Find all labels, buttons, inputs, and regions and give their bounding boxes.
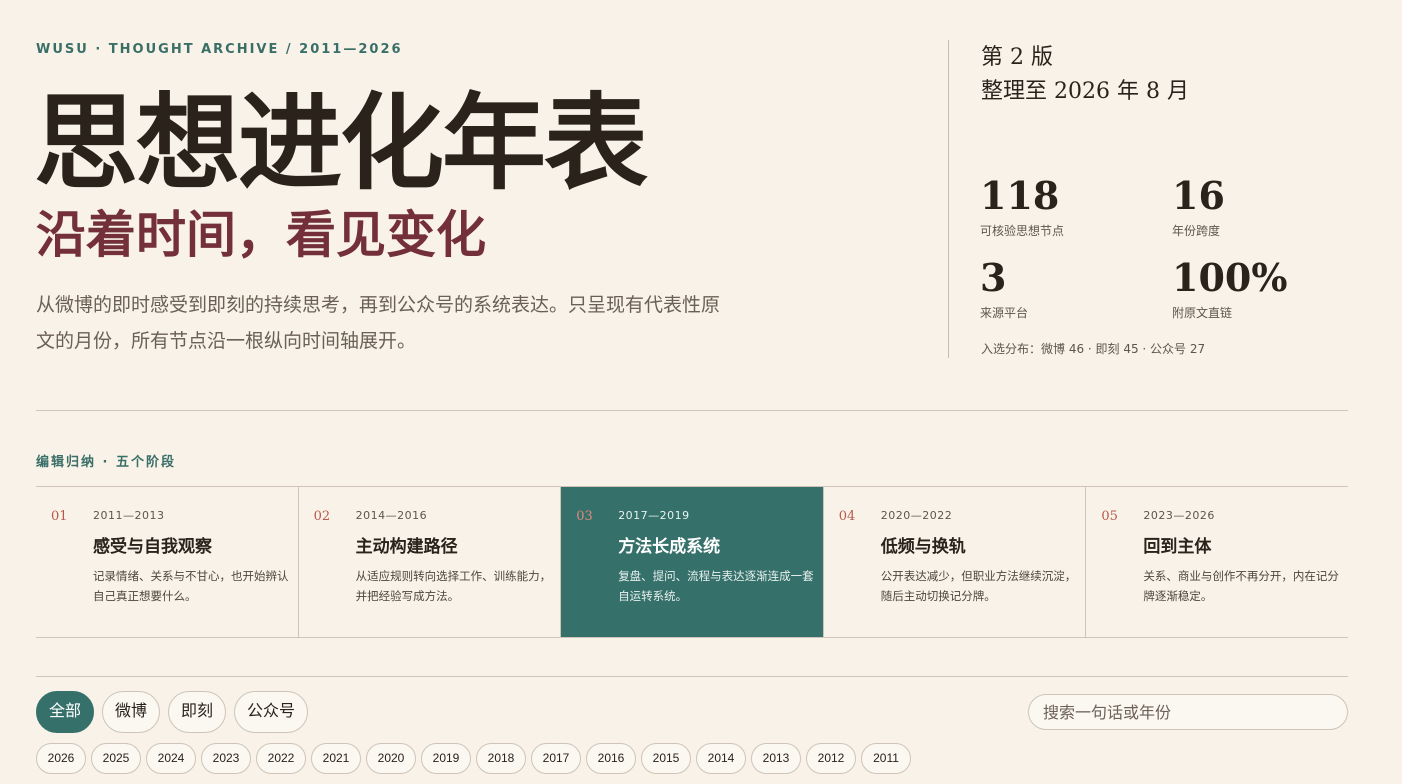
stat-label: 附原文直链 [1172,306,1233,320]
stat-value: 118 [980,173,1060,218]
year-chip-2011[interactable]: 2011 [861,743,911,774]
stat-value: 100% [1172,255,1288,300]
stage-description: 复盘、提问、流程与表达逐渐连成一套自运转系统。 [618,569,814,603]
updated-label: 整理至 2026 年 8 月 [981,79,1189,104]
stage-description: 关系、商业与创作不再分开，内在记分牌逐渐稳定。 [1143,569,1339,603]
stat-platforms: 3 来源平台 [980,256,1028,321]
stage-index: 02 [313,509,331,524]
stage-years: 2017—2019 [618,509,690,522]
stages-strip: 01 2011—2013 感受与自我观察 记录情绪、关系与不甘心，也开始辨认自己… [36,486,1348,638]
stage-card-04[interactable]: 04 2020—2022 低频与换轨 公开表达减少，但职业方法继续沉淀，随后主动… [822,487,1086,637]
stage-name: 回到主体 [1143,537,1212,557]
stat-label: 来源平台 [980,306,1029,320]
year-chip-2017[interactable]: 2017 [531,743,581,774]
stat-nodes: 118 可核验思想节点 [980,174,1064,239]
year-chip-2026[interactable]: 2026 [36,743,86,774]
year-filter-group: 2026 2025 2024 2023 2022 2021 2020 2019 … [36,743,911,774]
stage-index: 05 [1101,509,1118,524]
year-chip-2025[interactable]: 2025 [91,743,141,774]
filter-wechat-button[interactable]: 公众号 [234,691,309,733]
stat-value: 16 [1172,173,1225,218]
stage-card-02[interactable]: 02 2014—2016 主动构建路径 从适应规则转向选择工作、训练能力，并把经… [297,487,561,637]
section-divider [36,410,1348,411]
year-chip-2023[interactable]: 2023 [201,743,251,774]
stage-index: 01 [51,509,68,524]
stat-links: 100% 附原文直链 [1172,256,1287,321]
year-chip-2013[interactable]: 2013 [751,743,801,774]
stage-description: 记录情绪、关系与不甘心，也开始辨认自己真正想要什么。 [93,569,289,603]
year-chip-2014[interactable]: 2014 [696,743,746,774]
year-chip-2012[interactable]: 2012 [806,743,856,774]
filter-weibo-button[interactable]: 微博 [102,691,161,733]
stat-label: 可核验思想节点 [980,224,1065,238]
header-divider [948,40,949,358]
stage-index: 03 [576,509,593,524]
stat-years: 16 年份跨度 [1172,174,1225,239]
stage-name: 低频与换轨 [880,537,966,557]
intro-paragraph: 从微博的即时感受到即刻的持续思考，再到公众号的系统表达。只呈现有代表性原文的月份… [36,294,721,352]
stat-value: 3 [980,255,1007,300]
stage-name: 感受与自我观察 [93,537,212,557]
edition-label: 第 2 版 [981,45,1053,70]
year-chip-2024[interactable]: 2024 [146,743,196,774]
stage-name: 方法长成系统 [618,537,721,557]
stage-years: 2014—2016 [355,509,428,522]
stage-card-05[interactable]: 05 2023—2026 回到主体 关系、商业与创作不再分开，内在记分牌逐渐稳定… [1085,487,1348,637]
stage-index: 04 [838,509,856,524]
stage-years: 2020—2022 [880,509,953,522]
filter-all-button[interactable]: 全部 [36,691,95,733]
stage-years: 2011—2013 [93,509,165,522]
year-chip-2015[interactable]: 2015 [641,743,691,774]
filter-jike-button[interactable]: 即刻 [168,691,227,733]
year-chip-2019[interactable]: 2019 [421,743,471,774]
stage-name: 主动构建路径 [355,537,458,557]
stage-card-03[interactable]: 03 2017—2019 方法长成系统 复盘、提问、流程与表达逐渐连成一套自运转… [560,487,823,637]
year-chip-2020[interactable]: 2020 [366,743,416,774]
distribution-label: 入选分布：微博 46 · 即刻 45 · 公众号 27 [981,342,1206,356]
filter-divider [36,676,1348,677]
platform-filter-group: 全部 微博 即刻 公众号 [36,691,309,733]
search-input[interactable] [1028,694,1348,730]
stage-description: 从适应规则转向选择工作、训练能力，并把经验写成方法。 [355,569,552,603]
stage-card-01[interactable]: 01 2011—2013 感受与自我观察 记录情绪、关系与不甘心，也开始辨认自己… [36,487,298,637]
stage-years: 2023—2026 [1143,509,1215,522]
page-subtitle: 沿着时间，看见变化 [36,205,486,264]
year-chip-2018[interactable]: 2018 [476,743,526,774]
page-title: 思想进化年表 [34,81,648,204]
year-chip-2022[interactable]: 2022 [256,743,306,774]
stage-description: 公开表达减少，但职业方法继续沉淀，随后主动切换记分牌。 [880,569,1077,603]
stat-label: 年份跨度 [1172,224,1221,238]
stages-heading: 编辑归纳 · 五个阶段 [36,455,176,470]
eyebrow-label: WUSU · THOUGHT ARCHIVE / 2011—2026 [36,42,403,57]
year-chip-2016[interactable]: 2016 [586,743,636,774]
year-chip-2021[interactable]: 2021 [311,743,361,774]
